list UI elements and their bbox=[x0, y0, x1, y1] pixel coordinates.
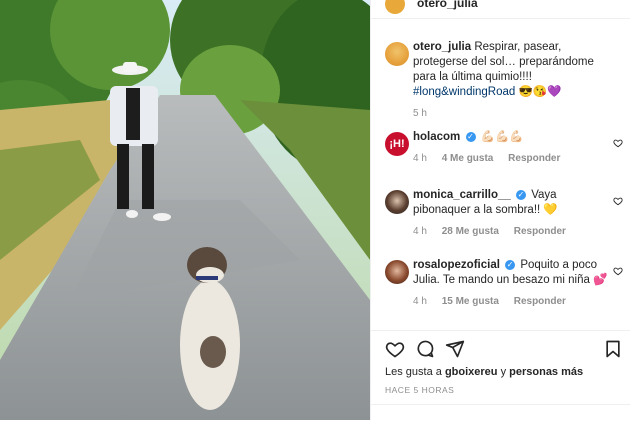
reply-button[interactable]: Responder bbox=[508, 153, 560, 164]
monica-avatar[interactable] bbox=[385, 190, 409, 214]
comment-likes[interactable]: 4 Me gusta bbox=[442, 153, 494, 164]
comment-item: monica_carrillo__ ✓ Vaya pibonaquer a la… bbox=[371, 188, 630, 258]
reply-button[interactable]: Responder bbox=[514, 296, 566, 307]
comment-text: 💪🏻💪🏻💪🏻 bbox=[480, 131, 524, 143]
verified-badge-icon: ✓ bbox=[516, 189, 527, 200]
comment-icon[interactable] bbox=[415, 339, 435, 359]
reply-button[interactable]: Responder bbox=[514, 226, 566, 237]
heart-icon[interactable] bbox=[385, 339, 405, 359]
caption-emojis: 😎😘💜 bbox=[518, 86, 562, 98]
comment-meta: 4 h 15 Me gusta Responder bbox=[413, 294, 609, 309]
comment-likes[interactable]: 28 Me gusta bbox=[442, 226, 499, 237]
holacom-avatar[interactable]: ¡H! bbox=[385, 132, 409, 156]
comment-username[interactable]: monica_carrillo__ bbox=[413, 189, 511, 201]
comment-meta: 4 h 4 Me gusta Responder bbox=[413, 151, 609, 166]
post-timestamp: HACE 5 HORAS bbox=[385, 385, 455, 395]
comment-heart-icon[interactable] bbox=[613, 196, 623, 206]
rosa-avatar[interactable] bbox=[385, 260, 409, 284]
comment-meta: 4 h 28 Me gusta Responder bbox=[413, 224, 609, 239]
comments-panel: otero_julia otero_julia Respirar, pasear… bbox=[370, 0, 630, 420]
caption-hashtag[interactable]: #long bbox=[413, 86, 441, 98]
likes-others[interactable]: personas más bbox=[509, 366, 583, 378]
author-avatar[interactable] bbox=[385, 0, 405, 14]
verified-badge-icon: ✓ bbox=[505, 259, 516, 270]
likes-user[interactable]: gboixereu bbox=[445, 366, 498, 378]
comment-item: ¡H! holacom ✓ 💪🏻💪🏻💪🏻 4 h 4 Me gusta Resp… bbox=[371, 130, 630, 188]
likes-mid: y bbox=[500, 366, 507, 378]
author-username[interactable]: otero_julia bbox=[417, 0, 478, 10]
verified-badge-icon: ✓ bbox=[465, 131, 476, 142]
road-photo-illustration bbox=[0, 0, 370, 420]
caption-tail[interactable]: &windingRoad bbox=[441, 86, 515, 98]
post-photo[interactable] bbox=[0, 0, 370, 420]
caption-username[interactable]: otero_julia bbox=[413, 41, 471, 53]
comment-time: 4 h bbox=[413, 226, 427, 237]
comment-time: 4 h bbox=[413, 296, 427, 307]
comment-heart-icon[interactable] bbox=[613, 138, 623, 148]
comment-list: otero_julia Respirar, pasear, protegerse… bbox=[371, 40, 630, 328]
instagram-post: otero_julia otero_julia Respirar, pasear… bbox=[0, 0, 630, 420]
comment-username[interactable]: rosalopezoficial bbox=[413, 259, 500, 271]
share-icon[interactable] bbox=[445, 339, 465, 359]
likes-prefix: Les gusta a bbox=[385, 366, 442, 378]
caption-avatar[interactable] bbox=[385, 42, 409, 66]
comment-likes[interactable]: 15 Me gusta bbox=[442, 296, 499, 307]
caption-time: 5 h bbox=[413, 108, 427, 119]
add-comment-bar[interactable] bbox=[371, 404, 630, 421]
likes-summary: Les gusta a gboixereu y personas más bbox=[385, 366, 583, 378]
caption: otero_julia Respirar, pasear, protegerse… bbox=[371, 40, 630, 122]
action-bar bbox=[371, 330, 630, 369]
comment-username[interactable]: holacom bbox=[413, 131, 460, 143]
comment-time: 4 h bbox=[413, 153, 427, 164]
comment-heart-icon[interactable] bbox=[613, 266, 623, 276]
comment-item: rosalopezoficial ✓ Poquito a poco Julia.… bbox=[371, 258, 630, 328]
post-header: otero_julia bbox=[371, 0, 630, 19]
bookmark-icon[interactable] bbox=[603, 339, 623, 359]
